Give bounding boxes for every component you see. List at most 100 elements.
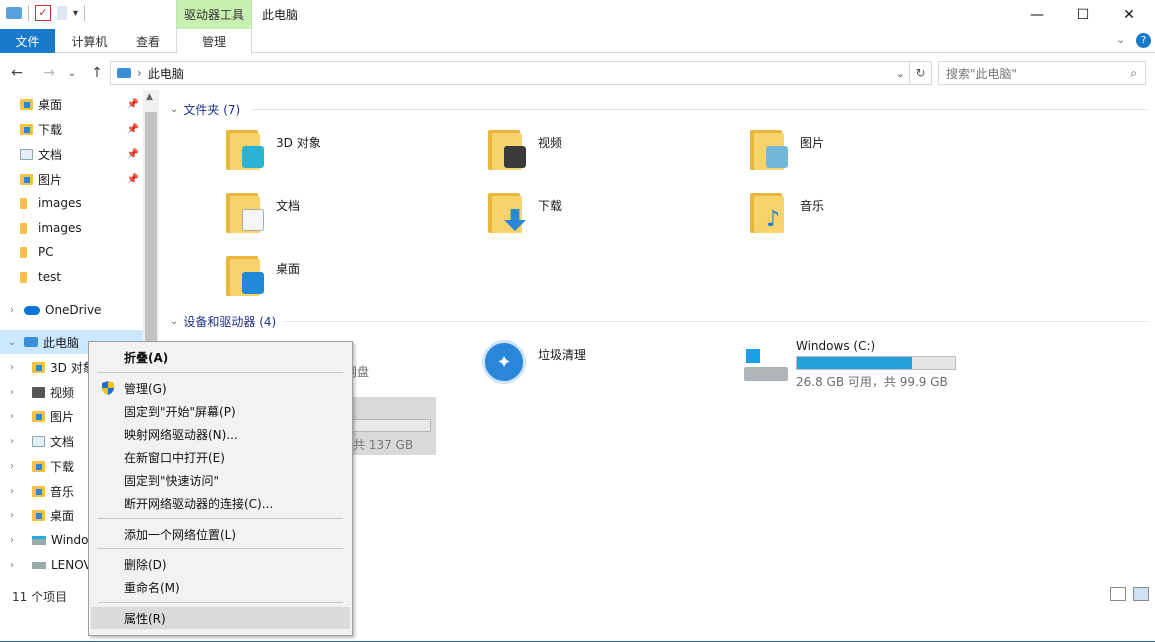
- nav-item-onedrive[interactable]: › OneDrive: [0, 298, 143, 322]
- drive-icon: [32, 561, 46, 569]
- toolbar-separator: [28, 5, 29, 21]
- pin-icon[interactable]: 📌: [127, 174, 139, 185]
- windows-drive-icon: [32, 535, 46, 545]
- nav-item-pc[interactable]: PC: [0, 240, 143, 264]
- device-tile-cleaner[interactable]: ✦ 垃圾清理: [482, 340, 586, 384]
- nav-item-label: 桌面: [50, 508, 75, 523]
- refresh-button[interactable]: ↻: [910, 61, 932, 85]
- tab-file[interactable]: 文件: [0, 29, 55, 53]
- folder-label: 视频: [538, 136, 563, 150]
- expand-chevron-icon[interactable]: ›: [4, 461, 20, 472]
- minimize-button[interactable]: —: [1014, 0, 1060, 29]
- nav-item-images-1[interactable]: images: [0, 191, 143, 215]
- nav-item-label: 文档: [50, 434, 75, 449]
- large-icons-view-icon[interactable]: [1133, 587, 1149, 601]
- pictures-folder-icon: [32, 410, 45, 422]
- expand-chevron-icon[interactable]: ›: [4, 305, 20, 316]
- expand-chevron-icon[interactable]: ›: [4, 560, 20, 571]
- new-folder-icon[interactable]: [57, 6, 67, 20]
- close-button[interactable]: ✕: [1106, 0, 1152, 29]
- expand-ribbon-icon[interactable]: ⌄: [1116, 33, 1125, 46]
- status-item-count: 11 个项目: [12, 590, 68, 604]
- collapse-chevron-icon[interactable]: ⌄: [170, 104, 178, 115]
- folder-label: 音乐: [800, 199, 825, 213]
- up-button[interactable]: ↑: [86, 62, 108, 84]
- drive-usage-fill: [797, 357, 913, 369]
- folders-group-header[interactable]: ⌄ 文件夹 (7): [170, 101, 240, 118]
- desktop-folder-icon: [226, 254, 264, 296]
- menu-item-pin-to-start[interactable]: 固定到"开始"屏幕(P): [91, 400, 350, 422]
- drive-capacity-text: 共 137 GB: [353, 438, 414, 452]
- nav-item-test[interactable]: test: [0, 265, 143, 289]
- menu-item-properties[interactable]: 属性(R): [91, 607, 350, 629]
- nav-item-documents[interactable]: 文档 📌: [0, 142, 143, 166]
- menu-item-rename[interactable]: 重命名(M): [91, 576, 350, 598]
- maximize-button[interactable]: ☐: [1060, 0, 1106, 29]
- folder-tile-3d-objects[interactable]: 3D 对象: [226, 128, 321, 170]
- search-input[interactable]: 搜索"此电脑" ⌕: [938, 61, 1146, 85]
- folder-label: 文档: [276, 199, 301, 213]
- forward-button[interactable]: →: [38, 62, 60, 84]
- scroll-up-icon[interactable]: ▲: [146, 92, 153, 102]
- folder-icon: [20, 222, 27, 234]
- nav-item-desktop[interactable]: 桌面 📌: [0, 92, 143, 116]
- menu-item-manage[interactable]: 管理(G): [91, 377, 350, 399]
- tab-view[interactable]: 查看: [122, 29, 174, 53]
- nav-item-images-2[interactable]: images: [0, 216, 143, 240]
- drive-usage-bar: [345, 419, 431, 432]
- recent-locations-icon[interactable]: ⌄: [64, 62, 80, 84]
- pin-icon[interactable]: 📌: [127, 149, 139, 160]
- expand-chevron-icon[interactable]: ›: [4, 387, 20, 398]
- pc-small-icon[interactable]: [6, 7, 22, 19]
- file-explorer-window: ✓ ▾ 驱动器工具 此电脑 — ☐ ✕ 文件 计算机 查看 管理 ⌄ ? ← →…: [0, 0, 1155, 642]
- downloads-folder-icon: [20, 123, 33, 135]
- collapse-chevron-icon[interactable]: ⌄: [170, 316, 178, 327]
- folder-tile-videos[interactable]: 视频: [488, 128, 562, 170]
- windows-drive-label[interactable]: Windows (C:): [796, 339, 875, 353]
- downloads-folder-icon: [488, 191, 526, 233]
- menu-item-delete[interactable]: 删除(D): [91, 553, 350, 575]
- pin-icon[interactable]: 📌: [127, 99, 139, 110]
- pin-icon[interactable]: 📌: [127, 124, 139, 135]
- nav-item-label: 视频: [50, 385, 75, 400]
- expand-chevron-icon[interactable]: ›: [4, 535, 20, 546]
- customize-toolbar-icon[interactable]: ▾: [73, 8, 78, 19]
- menu-item-disconnect-network-drive[interactable]: 断开网络驱动器的连接(C)...: [91, 492, 350, 514]
- menu-item-label: 管理(G): [124, 381, 167, 396]
- menu-item-collapse[interactable]: 折叠(A): [91, 346, 350, 368]
- back-button[interactable]: ←: [6, 62, 28, 84]
- menu-item-pin-quick-access[interactable]: 固定到"快速访问": [91, 469, 350, 491]
- nav-item-pictures[interactable]: 图片 📌: [0, 167, 143, 191]
- nav-item-downloads[interactable]: 下载 📌: [0, 117, 143, 141]
- folder-label: 下载: [538, 199, 563, 213]
- folder-tile-pictures[interactable]: 图片: [750, 128, 824, 170]
- folder-tile-music[interactable]: ♪ 音乐: [750, 191, 824, 233]
- expand-chevron-icon[interactable]: ›: [4, 486, 20, 497]
- details-view-icon[interactable]: [1110, 587, 1126, 601]
- menu-item-open-new-window[interactable]: 在新窗口中打开(E): [91, 446, 350, 468]
- address-bar[interactable]: › 此电脑 ⌄: [110, 61, 910, 85]
- expand-chevron-icon[interactable]: ›: [4, 362, 20, 373]
- menu-item-add-network-location[interactable]: 添加一个网络位置(L): [91, 523, 350, 545]
- tab-manage[interactable]: 管理: [176, 29, 252, 54]
- group-title: 设备和驱动器 (4): [183, 315, 277, 329]
- folder-tile-downloads[interactable]: 下载: [488, 191, 562, 233]
- folder-tile-documents[interactable]: 文档: [226, 191, 300, 233]
- devices-group-header[interactable]: ⌄ 设备和驱动器 (4): [170, 313, 276, 330]
- folder-tile-desktop[interactable]: 桌面: [226, 254, 300, 296]
- device-tile-selected[interactable]: 共 137 GB: [345, 397, 436, 455]
- expand-chevron-icon[interactable]: ›: [4, 436, 20, 447]
- expand-chevron-icon[interactable]: ›: [4, 411, 20, 422]
- videos-folder-icon: [488, 128, 526, 170]
- tab-computer[interactable]: 计算机: [62, 29, 117, 53]
- help-icon[interactable]: ?: [1136, 33, 1151, 48]
- breadcrumb[interactable]: 此电脑: [148, 65, 184, 82]
- nav-item-label: test: [38, 270, 62, 284]
- expand-chevron-icon[interactable]: ›: [4, 510, 20, 521]
- collapse-chevron-icon[interactable]: ⌄: [4, 337, 20, 348]
- pc-icon: [24, 337, 38, 347]
- address-dropdown-icon[interactable]: ⌄: [896, 67, 905, 80]
- properties-check-icon[interactable]: ✓: [35, 5, 51, 21]
- folder-icon: [20, 271, 27, 283]
- menu-item-map-network-drive[interactable]: 映射网络驱动器(N)...: [91, 423, 350, 445]
